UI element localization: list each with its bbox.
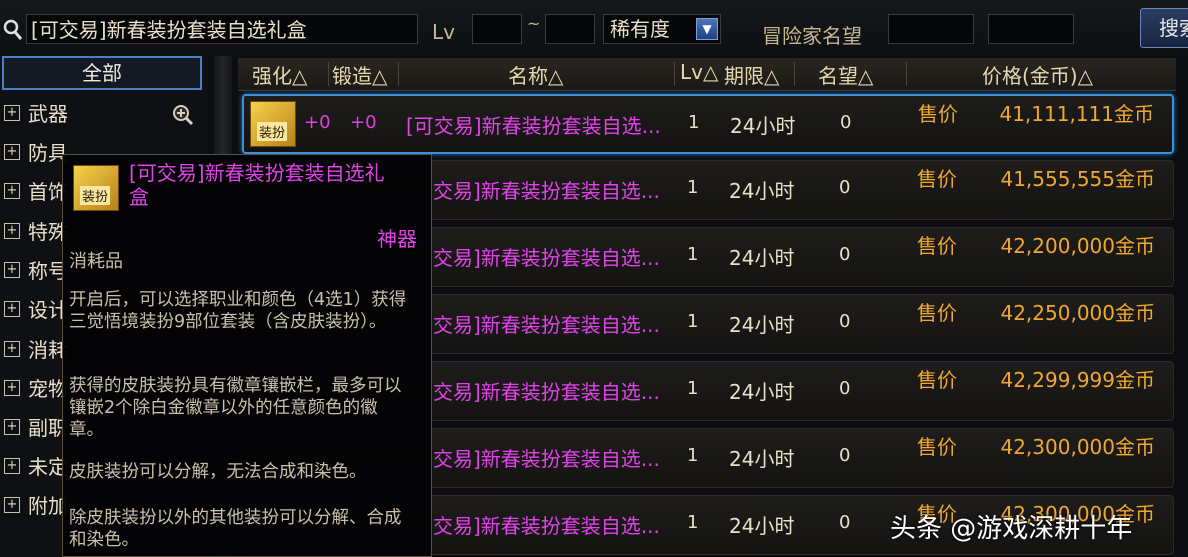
header-price[interactable]: 价格(金币)△	[982, 60, 1093, 89]
row-item-name: 交易]新春装扮套装自选...	[433, 447, 660, 471]
dropdown-arrow-icon[interactable]: ▼	[696, 18, 718, 40]
plus-box-icon[interactable]: +	[4, 497, 20, 513]
row-period: 24小时	[729, 447, 795, 471]
plus-box-icon[interactable]: +	[4, 301, 20, 317]
lv-label: Lv	[432, 20, 455, 44]
row-lv: 1	[687, 378, 699, 399]
row-item-name: 交易]新春装扮套装自选...	[433, 246, 660, 270]
row-price: 42,299,999金币	[1000, 368, 1155, 392]
tooltip-type: 消耗品	[69, 251, 123, 272]
table-row[interactable]: 装扮 +0 +0 [可交易]新春装扮套装自选... 1 24小时 0 售价 41…	[242, 94, 1174, 154]
tooltip-rarity: 神器	[377, 227, 417, 251]
item-icon[interactable]: 装扮	[250, 101, 296, 147]
row-price-label: 售价	[917, 435, 957, 459]
rarity-select-label: 稀有度	[610, 17, 670, 41]
lv-separator: ~	[527, 14, 541, 33]
item-tooltip: 装扮 [可交易]新春装扮套装自选礼盒 神器 消耗品 开启后，可以选择职业和颜色（…	[62, 154, 432, 557]
plus-box-icon[interactable]: +	[4, 458, 20, 474]
row-lv: 1	[687, 244, 699, 265]
search-input[interactable]: [可交易]新春装扮套装自选礼盒	[26, 14, 418, 44]
header-divider	[398, 62, 399, 86]
watermark: 头条 @游戏深耕十年	[890, 514, 1133, 544]
row-price: 42,250,000金币	[1000, 301, 1155, 325]
row-fame: 0	[839, 244, 851, 265]
header-divider	[674, 62, 675, 86]
category-all[interactable]: 全部	[2, 56, 202, 90]
row-lv: 1	[687, 177, 699, 198]
row-price-label: 售价	[917, 368, 957, 392]
lv-max-input[interactable]	[545, 14, 595, 44]
header-forge[interactable]: 锻造△	[332, 60, 387, 89]
plus-box-icon[interactable]: +	[4, 341, 20, 357]
tooltip-description: 开启后，可以选择职业和颜色（4选1）获得三觉悟境装扮9部位套装（含皮肤装扮）。	[69, 290, 407, 332]
search-icon[interactable]	[2, 18, 24, 42]
row-item-name: 交易]新春装扮套装自选...	[433, 514, 660, 538]
row-period: 24小时	[729, 514, 795, 538]
lv-min-input[interactable]	[472, 14, 522, 44]
plus-box-icon[interactable]: +	[4, 262, 20, 278]
row-item-name: 交易]新春装扮套装自选...	[433, 313, 660, 337]
row-fame: 0	[840, 112, 852, 133]
row-fame: 0	[839, 177, 851, 198]
header-strength[interactable]: 强化△	[252, 60, 307, 89]
row-price: 41,111,111金币	[999, 102, 1154, 126]
row-lv: 1	[687, 311, 699, 332]
row-fame: 0	[839, 512, 851, 533]
fame-max-input[interactable]	[988, 14, 1074, 44]
row-price-label: 售价	[917, 234, 957, 258]
row-price-label: 售价	[917, 301, 957, 325]
item-icon: 装扮	[73, 165, 119, 211]
tooltip-description: 获得的皮肤装扮具有徽章镶嵌栏，最多可以镶嵌2个除白金徽章以外的任意颜色的徽章。	[69, 376, 402, 440]
row-price: 42,200,000金币	[1000, 234, 1155, 258]
row-fame: 0	[839, 311, 851, 332]
row-fame: 0	[839, 445, 851, 466]
header-fame[interactable]: 名望△	[818, 60, 873, 89]
row-item-name: 交易]新春装扮套装自选...	[433, 380, 660, 404]
row-lv: 1	[687, 512, 699, 533]
zoom-in-icon[interactable]	[172, 104, 194, 126]
category-item-weapon[interactable]: + 武器	[0, 96, 206, 132]
row-period: 24小时	[729, 179, 795, 203]
plus-box-icon[interactable]: +	[4, 419, 20, 435]
fame-label: 冒险家名望	[762, 24, 862, 48]
search-button[interactable]: 搜索	[1140, 8, 1188, 48]
row-price: 41,555,555金币	[1000, 167, 1155, 191]
header-name[interactable]: 名称△	[508, 60, 563, 89]
row-price-label: 售价	[917, 167, 957, 191]
search-bar: [可交易]新春装扮套装自选礼盒 Lv ~ 稀有度 ▼ 冒险家名望 搜索	[0, 0, 1188, 56]
row-forge: +0	[350, 112, 377, 133]
header-lv[interactable]: Lv△	[680, 60, 718, 84]
row-period: 24小时	[729, 246, 795, 270]
tooltip-title: [可交易]新春装扮套装自选礼盒	[129, 161, 385, 209]
row-period: 24小时	[729, 380, 795, 404]
header-divider	[794, 62, 795, 86]
header-period[interactable]: 期限△	[724, 60, 779, 89]
row-lv: 1	[687, 445, 699, 466]
row-price: 42,300,000金币	[1000, 435, 1155, 459]
plus-box-icon[interactable]: +	[4, 105, 20, 121]
row-item-name: 交易]新春装扮套装自选...	[433, 179, 660, 203]
row-period: 24小时	[729, 313, 795, 337]
table-header: 强化△ 锻造△ 名称△ Lv△ 期限△ 名望△ 价格(金币)△	[238, 58, 1176, 91]
plus-box-icon[interactable]: +	[4, 380, 20, 396]
plus-box-icon[interactable]: +	[4, 183, 20, 199]
tooltip-description: 除皮肤装扮以外的其他装扮可以分解、合成和染色。	[69, 508, 402, 550]
row-fame: 0	[839, 378, 851, 399]
plus-box-icon[interactable]: +	[4, 223, 20, 239]
row-strength: +0	[304, 112, 331, 133]
row-period: 24小时	[730, 114, 796, 138]
plus-box-icon[interactable]: +	[4, 144, 20, 160]
tooltip-description: 皮肤装扮可以分解，无法合成和染色。	[69, 462, 367, 482]
fame-min-input[interactable]	[888, 14, 974, 44]
rarity-select[interactable]: 稀有度 ▼	[603, 14, 721, 44]
header-divider	[328, 62, 329, 86]
header-divider	[906, 62, 907, 86]
row-item-name: [可交易]新春装扮套装自选...	[406, 114, 661, 138]
row-lv: 1	[688, 112, 700, 133]
category-label: 武器	[28, 102, 68, 126]
row-price-label: 售价	[918, 102, 958, 126]
